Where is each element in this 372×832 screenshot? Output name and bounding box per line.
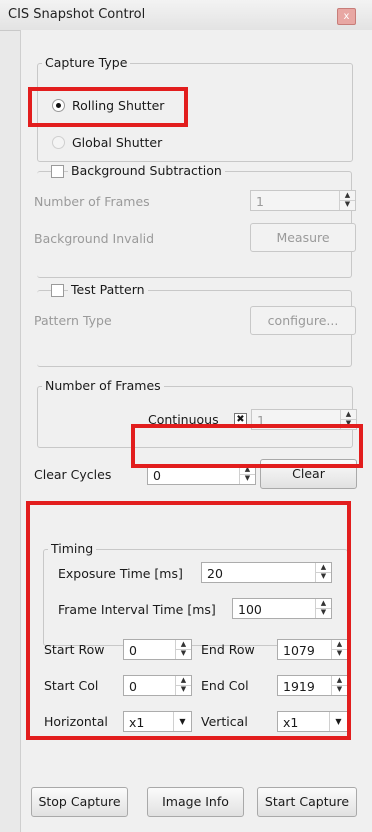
number-of-frames-title: Number of Frames [42, 378, 164, 393]
highlight-number-of-frames [131, 424, 363, 468]
global-shutter-label[interactable]: Global Shutter [72, 135, 162, 150]
close-icon[interactable]: x [337, 8, 356, 25]
background-subtraction-group: Background Subtraction Number of Frames … [34, 163, 356, 278]
pattern-type-label: Pattern Type [34, 313, 112, 328]
start-capture-button[interactable]: Start Capture [257, 787, 357, 817]
background-subtraction-checkbox[interactable] [51, 165, 64, 178]
test-pattern-title[interactable]: Test Pattern [68, 282, 148, 297]
bg-frames-value: 1 [256, 194, 264, 209]
background-subtraction-title[interactable]: Background Subtraction [68, 163, 225, 178]
title-bar: CIS Snapshot Control x [0, 0, 372, 31]
global-shutter-radio[interactable] [52, 136, 65, 149]
highlight-rolling-shutter [28, 87, 188, 127]
image-info-button[interactable]: Image Info [147, 787, 244, 817]
clear-cycles-label: Clear Cycles [34, 467, 112, 482]
spin-down-icon[interactable]: ▼ [340, 200, 355, 209]
measure-button[interactable]: Measure [250, 223, 356, 252]
test-pattern-group: Test Pattern Pattern Type configure... [34, 282, 356, 367]
test-pattern-checkbox[interactable] [51, 284, 64, 297]
background-invalid-label: Background Invalid [34, 231, 155, 246]
window-title: CIS Snapshot Control [8, 7, 146, 22]
snapshot-control-window: CIS Snapshot Control x Capture Type Roll… [0, 0, 372, 832]
bg-frames-label: Number of Frames [34, 194, 150, 209]
configure-button[interactable]: configure... [250, 306, 356, 335]
bg-frames-spinbox[interactable]: 1 ▲ ▼ [250, 190, 356, 211]
clear-cycles-value: 0 [153, 468, 161, 483]
spin-down-icon[interactable]: ▼ [240, 474, 255, 483]
highlight-timing-roi [26, 501, 351, 740]
capture-type-title: Capture Type [42, 55, 131, 70]
stop-capture-button[interactable]: Stop Capture [31, 787, 128, 817]
